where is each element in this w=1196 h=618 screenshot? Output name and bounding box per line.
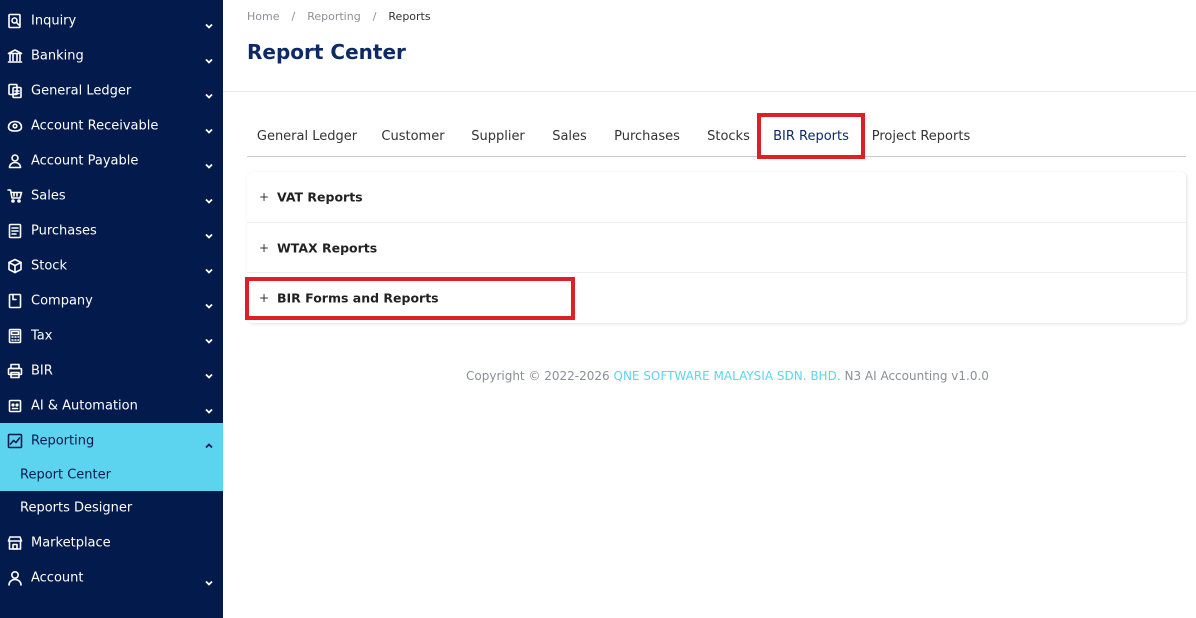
- plus-icon: +: [259, 190, 270, 204]
- sidebar-item-ai-automation[interactable]: AI & Automation: [0, 388, 223, 423]
- sidebar-item-bir[interactable]: BIR: [0, 353, 223, 388]
- sidebar-item-label: Tax: [31, 328, 53, 343]
- chevron-down-icon: [204, 366, 214, 379]
- sidebar-item-general-ledger[interactable]: General Ledger: [0, 73, 223, 108]
- app-window: Inquiry Banking General Ledger Account R…: [0, 0, 1196, 618]
- tab-sales[interactable]: Sales: [541, 117, 598, 156]
- chevron-down-icon: [204, 296, 214, 309]
- plus-icon: +: [259, 241, 270, 255]
- store-icon: [6, 534, 24, 552]
- chevron-down-icon: [204, 191, 214, 204]
- footer-company-link[interactable]: QNE SOFTWARE MALAYSIA SDN. BHD.: [614, 369, 841, 383]
- tab-customer[interactable]: Customer: [369, 117, 457, 156]
- robot-icon: [6, 397, 24, 415]
- breadcrumb-reporting[interactable]: Reporting: [307, 10, 360, 23]
- sidebar-item-label: AI & Automation: [31, 398, 138, 413]
- sidebar-item-reporting[interactable]: Reporting: [0, 423, 223, 458]
- sidebar-item-company[interactable]: Company: [0, 283, 223, 318]
- tab-general-ledger[interactable]: General Ledger: [247, 117, 367, 156]
- chevron-down-icon: [204, 261, 214, 274]
- sidebar-item-inquiry[interactable]: Inquiry: [0, 3, 223, 38]
- printer-icon: [6, 362, 24, 380]
- sidebar-item-label: Marketplace: [31, 535, 111, 550]
- chevron-down-icon: [204, 156, 214, 169]
- accordion-item-bir-forms-and-reports[interactable]: + BIR Forms and Reports: [247, 273, 1186, 323]
- sidebar-item-account[interactable]: Account: [0, 560, 223, 595]
- chevron-down-icon: [204, 401, 214, 414]
- chart-icon: [6, 432, 24, 450]
- page-title: Report Center: [247, 40, 406, 64]
- sidebar-item-marketplace[interactable]: Marketplace: [0, 525, 223, 560]
- purchases-icon: [6, 222, 24, 240]
- accordion-item-label: BIR Forms and Reports: [277, 290, 439, 306]
- cart-icon: [6, 187, 24, 205]
- account-receivable-icon: [6, 117, 24, 135]
- footer: Copyright © 2022-2026 QNE SOFTWARE MALAY…: [466, 369, 989, 383]
- chevron-up-icon: [204, 436, 214, 448]
- box-icon: [6, 257, 24, 275]
- sidebar-item-label: BIR: [31, 363, 53, 378]
- sidebar-item-label: Inquiry: [31, 13, 77, 28]
- breadcrumb-current: Reports: [388, 9, 431, 23]
- tab-project-reports[interactable]: Project Reports: [864, 117, 978, 156]
- account-payable-icon: [6, 152, 24, 170]
- chevron-down-icon: [204, 51, 214, 64]
- tab-bir-reports[interactable]: BIR Reports: [764, 117, 858, 157]
- sidebar-subitem-reports-designer[interactable]: Reports Designer: [0, 491, 223, 524]
- sidebar-item-label: Sales: [31, 188, 66, 203]
- sidebar-item-label: Stock: [31, 258, 67, 273]
- sidebar-item-label: Account: [31, 570, 84, 585]
- chevron-down-icon: [204, 331, 214, 344]
- sidebar-item-account-payable[interactable]: Account Payable: [0, 143, 223, 178]
- sidebar-item-label: Banking: [31, 48, 84, 63]
- sidebar: Inquiry Banking General Ledger Account R…: [0, 0, 223, 618]
- chevron-down-icon: [204, 226, 214, 239]
- breadcrumb-separator: /: [291, 9, 296, 23]
- ledger-icon: [6, 82, 24, 100]
- sidebar-item-account-receivable[interactable]: Account Receivable: [0, 108, 223, 143]
- tab-purchases[interactable]: Purchases: [603, 117, 691, 156]
- breadcrumb: Home / Reporting / Reports: [247, 8, 431, 24]
- company-icon: [6, 292, 24, 310]
- footer-version: N3 AI Accounting v1.0.0: [844, 369, 989, 383]
- sidebar-item-sales[interactable]: Sales: [0, 178, 223, 213]
- header-divider: [223, 91, 1196, 92]
- calculator-icon: [6, 327, 24, 345]
- bank-icon: [6, 47, 24, 65]
- sidebar-subitem-report-center[interactable]: Report Center: [0, 458, 223, 491]
- sidebar-subitem-label: Reports Designer: [20, 500, 133, 515]
- chevron-down-icon: [204, 573, 214, 586]
- sidebar-item-label: General Ledger: [31, 83, 132, 98]
- chevron-down-icon: [204, 121, 214, 134]
- sidebar-item-label: Account Receivable: [31, 118, 159, 133]
- plus-icon: +: [259, 291, 270, 305]
- sidebar-item-label: Purchases: [31, 223, 97, 238]
- report-accordion: + VAT Reports + WTAX Reports + BIR Forms…: [247, 172, 1186, 323]
- user-icon: [6, 569, 24, 587]
- chevron-down-icon: [204, 16, 214, 29]
- chevron-down-icon: [204, 86, 214, 99]
- sidebar-item-label: Company: [31, 293, 93, 308]
- footer-copyright: Copyright © 2022-2026: [466, 369, 610, 383]
- inquiry-icon: [6, 12, 24, 30]
- sidebar-item-stock[interactable]: Stock: [0, 248, 223, 283]
- sidebar-item-label: Account Payable: [31, 153, 139, 168]
- sidebar-item-label: Reporting: [31, 433, 95, 448]
- sidebar-item-tax[interactable]: Tax: [0, 318, 223, 353]
- breadcrumb-separator: /: [372, 9, 377, 23]
- sidebar-subitem-label: Report Center: [20, 467, 111, 482]
- tab-supplier[interactable]: Supplier: [460, 117, 536, 156]
- accordion-item-label: VAT Reports: [277, 189, 363, 205]
- accordion-item-wtax-reports[interactable]: + WTAX Reports: [247, 223, 1186, 273]
- sidebar-item-purchases[interactable]: Purchases: [0, 213, 223, 248]
- breadcrumb-home[interactable]: Home: [247, 10, 279, 23]
- accordion-item-vat-reports[interactable]: + VAT Reports: [247, 172, 1186, 222]
- tab-stocks[interactable]: Stocks: [697, 117, 760, 156]
- report-tabs: General Ledger Customer Supplier Sales P…: [247, 117, 1186, 157]
- accordion-item-label: WTAX Reports: [277, 240, 378, 256]
- sidebar-item-banking[interactable]: Banking: [0, 38, 223, 73]
